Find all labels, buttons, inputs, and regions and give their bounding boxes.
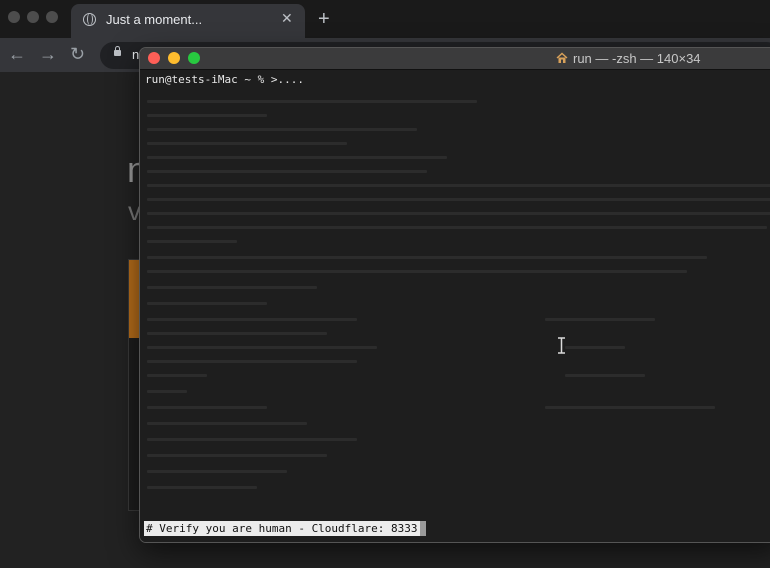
globe-icon — [83, 13, 96, 26]
terminal-window[interactable]: run — -zsh — 140×34 run@tests-iMac ~ % >… — [140, 48, 770, 542]
terminal-zoom-button[interactable] — [188, 52, 200, 64]
tab-just-a-moment[interactable]: Just a moment... ✕ — [71, 4, 305, 38]
address-text: n — [132, 47, 140, 62]
new-tab-button[interactable]: + — [318, 9, 330, 29]
terminal-status-line: # Verify you are human - Cloudflare: 833… — [144, 521, 420, 536]
terminal-close-button[interactable] — [148, 52, 160, 64]
terminal-body[interactable]: run@tests-iMac ~ % >.... # Verify you ar… — [140, 70, 770, 542]
lock-icon — [114, 46, 121, 56]
browser-close-button[interactable] — [8, 11, 20, 23]
browser-tab-strip: Just a moment... ✕ + — [0, 0, 770, 38]
terminal-minimize-button[interactable] — [168, 52, 180, 64]
tab-close-icon[interactable]: ✕ — [281, 10, 293, 26]
terminal-faded-output — [145, 80, 770, 500]
forward-arrow-icon[interactable]: → — [39, 44, 57, 64]
text-cursor-icon — [558, 337, 565, 354]
back-arrow-icon[interactable]: ← — [8, 44, 26, 64]
browser-zoom-button[interactable] — [46, 11, 58, 23]
tab-title: Just a moment... — [106, 12, 203, 27]
terminal-titlebar[interactable]: run — -zsh — 140×34 — [140, 48, 770, 70]
terminal-cursor — [420, 521, 426, 536]
reload-icon[interactable]: ↻ — [70, 44, 85, 64]
terminal-title: run — -zsh — 140×34 — [573, 51, 701, 66]
challenge-accent-bar — [129, 260, 139, 338]
browser-minimize-button[interactable] — [27, 11, 39, 23]
home-icon — [556, 52, 568, 63]
